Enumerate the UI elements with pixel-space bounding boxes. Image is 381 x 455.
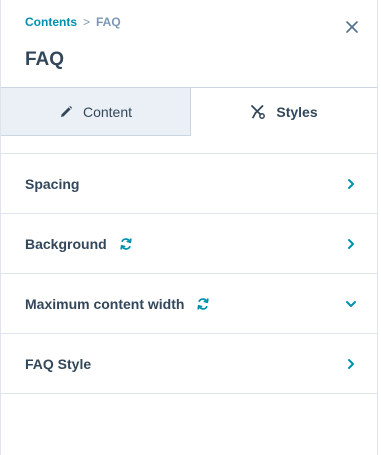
scissors-icon: [251, 105, 266, 119]
section-faq-style[interactable]: FAQ Style: [1, 334, 377, 394]
section-label: FAQ Style: [25, 355, 92, 372]
page-title: FAQ: [25, 49, 65, 70]
close-icon: [346, 21, 358, 33]
chevron-right-icon: [345, 238, 357, 250]
sync-icon: [119, 237, 133, 251]
section-maximum-content-width[interactable]: Maximum content width: [1, 274, 377, 334]
breadcrumb-current: FAQ: [96, 15, 121, 29]
section-label: Spacing: [25, 175, 80, 192]
chevron-right-icon: [345, 358, 357, 370]
panel-header: Contents > FAQ FAQ: [1, 0, 377, 87]
sidebar-panel: Contents > FAQ FAQ Content Styles Spacin…: [0, 0, 378, 455]
breadcrumb: Contents > FAQ: [25, 15, 121, 29]
section-label: Background: [25, 235, 107, 252]
tab-bar: Content Styles: [1, 87, 377, 136]
tab-styles[interactable]: Styles: [191, 87, 377, 136]
tab-content-label: Content: [82, 103, 133, 120]
breadcrumb-contents-link[interactable]: Contents: [25, 15, 77, 29]
chevron-down-icon: [345, 298, 357, 310]
section-spacing[interactable]: Spacing: [1, 154, 377, 214]
tab-content[interactable]: Content: [1, 87, 191, 136]
sync-icon: [196, 297, 210, 311]
tab-styles-label: Styles: [276, 104, 318, 120]
style-sections: Spacing Background Maximum content width: [1, 153, 377, 394]
section-label: Maximum content width: [25, 295, 185, 312]
breadcrumb-separator: >: [83, 15, 91, 29]
section-background[interactable]: Background: [1, 214, 377, 274]
pencil-icon: [60, 105, 73, 117]
close-button[interactable]: [342, 17, 362, 37]
chevron-right-icon: [345, 178, 357, 190]
